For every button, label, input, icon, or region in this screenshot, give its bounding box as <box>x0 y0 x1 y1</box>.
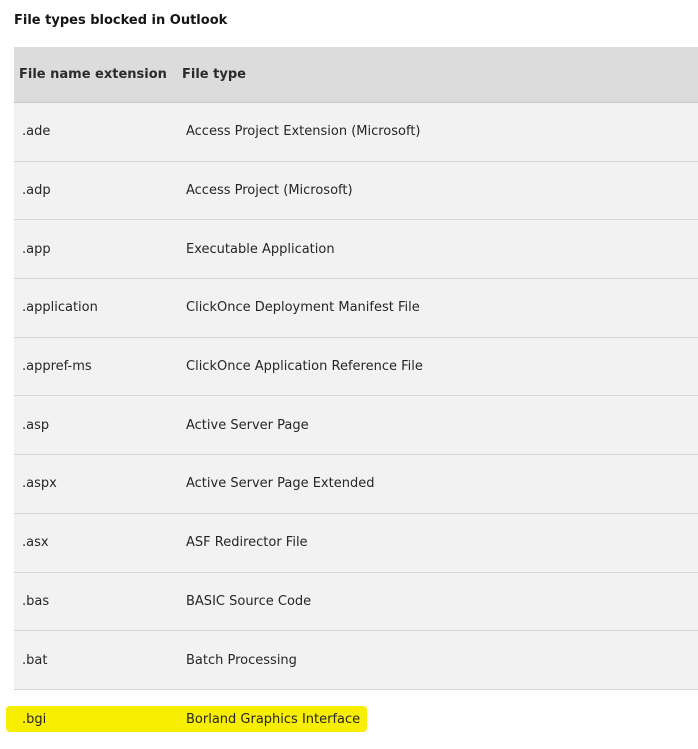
file-type-cell: Batch Processing <box>186 652 297 668</box>
file-type-cell: BASIC Source Code <box>186 593 312 609</box>
table-row: .application ClickOnce Deployment Manife… <box>14 279 698 338</box>
extension-cell: .bat <box>22 652 48 668</box>
table-row: .aspx Active Server Page Extended <box>14 455 698 514</box>
extension-cell: .app <box>22 241 51 257</box>
file-type-cell: Executable Application <box>186 241 335 257</box>
table-row: .ade Access Project Extension (Microsoft… <box>14 103 698 162</box>
table-row: .asx ASF Redirector File <box>14 513 698 573</box>
page-title: File types blocked in Outlook <box>14 13 228 28</box>
extension-cell: .bgi <box>22 711 47 727</box>
file-type-cell: Access Project Extension (Microsoft) <box>186 124 421 140</box>
extension-cell: .application <box>22 300 98 316</box>
file-type-cell: Access Project (Microsoft) <box>186 183 353 199</box>
table-row: .adp Access Project (Microsoft) <box>14 161 698 221</box>
column-header-file-type: File type <box>182 67 246 82</box>
file-type-cell: Borland Graphics Interface <box>186 711 361 727</box>
extension-cell: .appref-ms <box>22 359 92 375</box>
extension-cell: .asp <box>22 417 50 433</box>
table-header-row: File name extension File type <box>14 47 698 103</box>
file-type-cell: ClickOnce Deployment Manifest File <box>186 300 420 316</box>
table-row: .bas BASIC Source Code <box>14 572 698 632</box>
table-row: .asp Active Server Page <box>14 396 698 456</box>
table-row: .appref-ms ClickOnce Application Referen… <box>14 337 698 397</box>
extension-cell: .adp <box>22 183 51 199</box>
extension-cell: .bas <box>22 593 50 609</box>
blocked-file-types-table: File name extension File type .ade Acces… <box>14 47 698 749</box>
column-header-extension: File name extension <box>19 67 167 82</box>
table-row-highlighted: .bgi Borland Graphics Interface <box>14 690 698 749</box>
table-row: .app Executable Application <box>14 220 698 280</box>
extension-cell: .ade <box>22 124 51 140</box>
table-row: .bat Batch Processing <box>14 631 698 690</box>
file-type-cell: ASF Redirector File <box>186 535 308 551</box>
file-type-cell: Active Server Page <box>186 417 309 433</box>
extension-cell: .aspx <box>22 476 57 492</box>
file-type-cell: ClickOnce Application Reference File <box>186 359 423 375</box>
file-type-cell: Active Server Page Extended <box>186 476 375 492</box>
table-body: .ade Access Project Extension (Microsoft… <box>14 103 698 749</box>
extension-cell: .asx <box>22 535 49 551</box>
